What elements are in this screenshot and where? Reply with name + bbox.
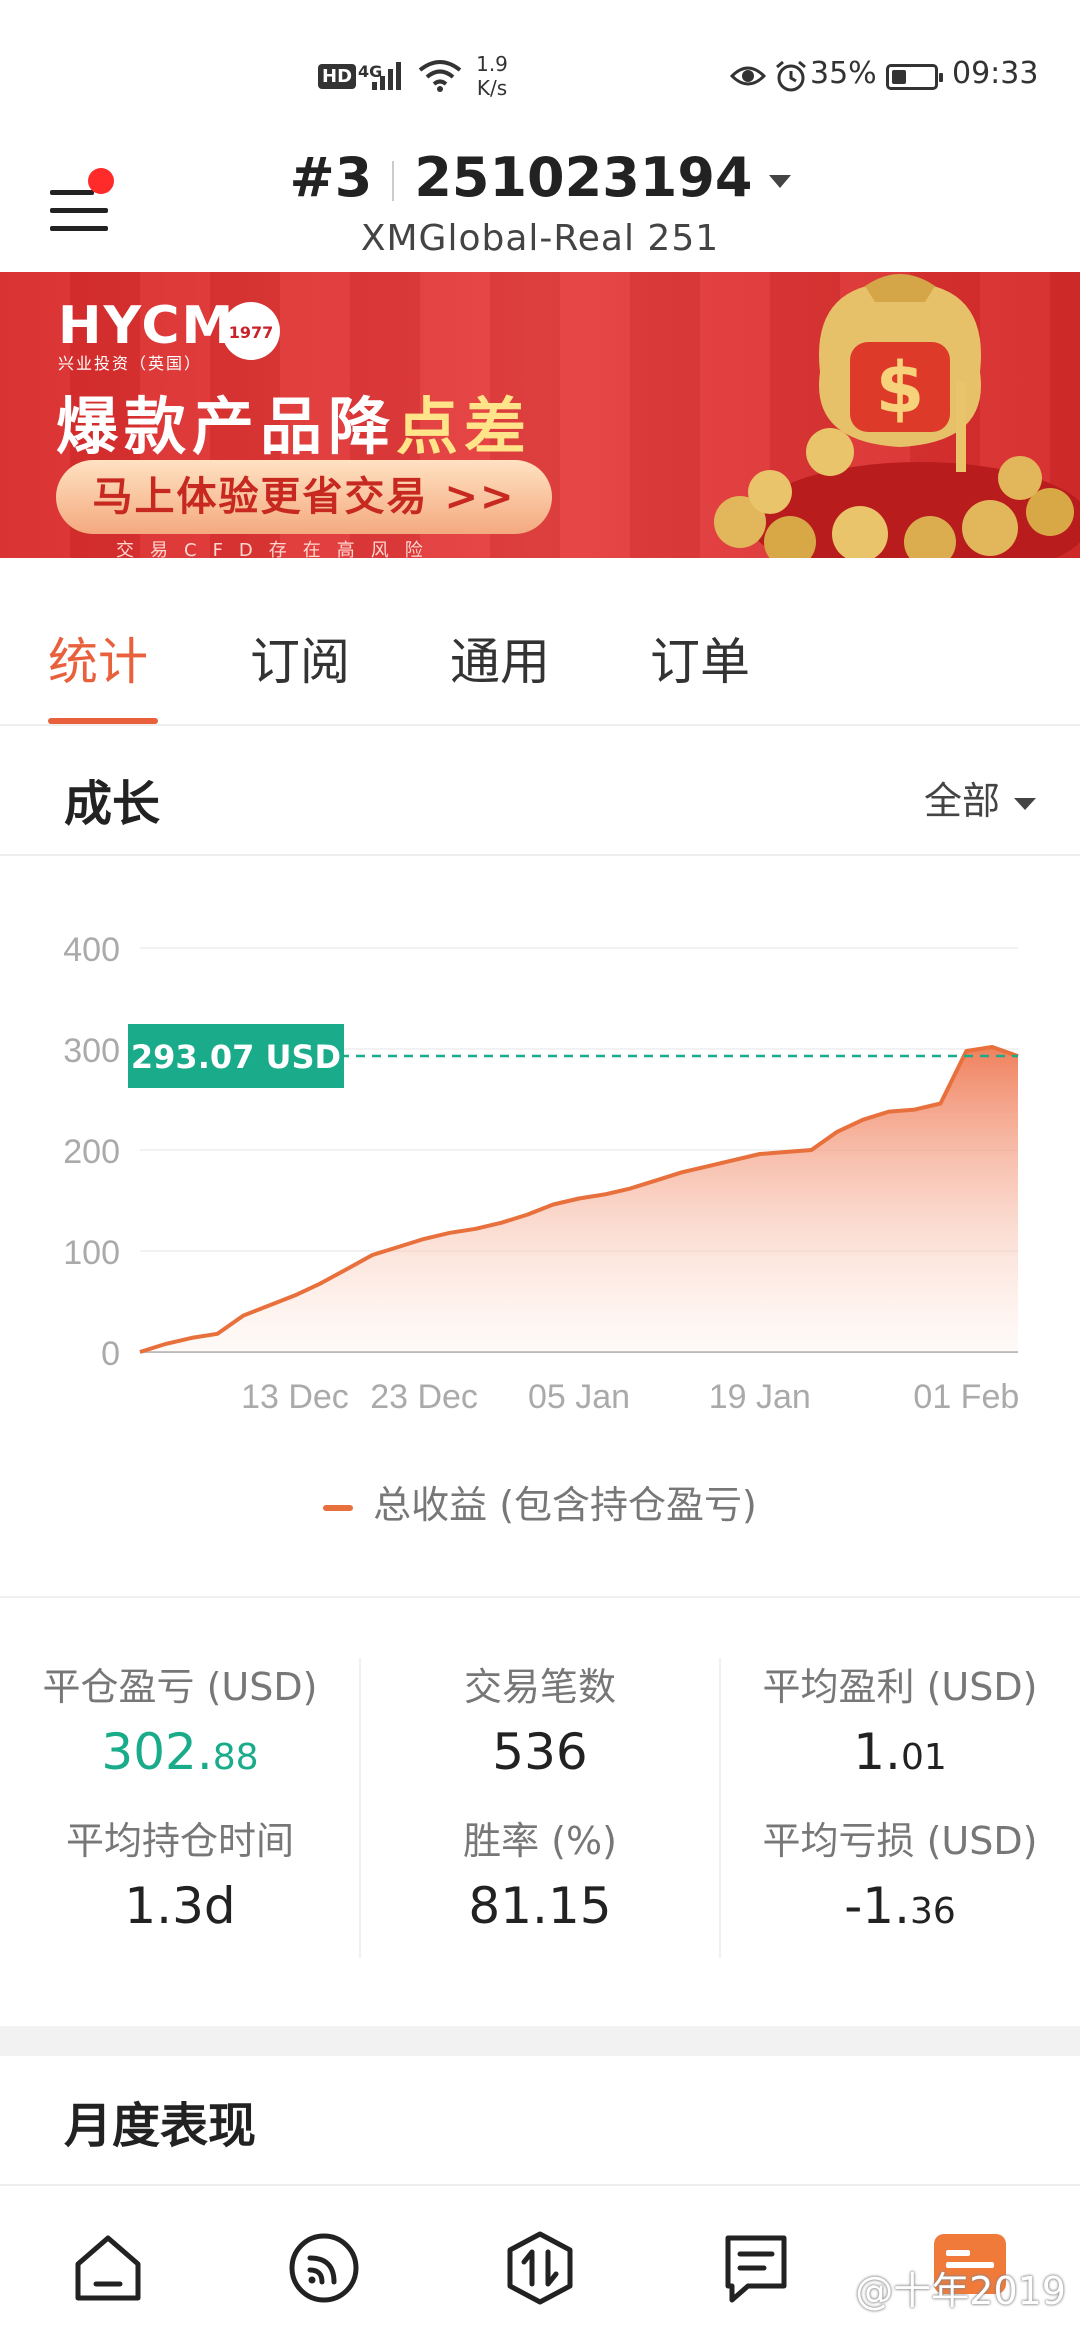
range-dropdown[interactable]: 全部 [924, 770, 1036, 825]
status-bar: HD 4G 1.9 K/s 35% 09:33 [0, 0, 1080, 140]
chart-legend: 总收益 (包含持仓盈亏) [0, 1474, 1080, 1529]
x-tick-label: 23 Dec [370, 1378, 478, 1416]
growth-title: 成长 [64, 776, 161, 832]
stat-value: 81.15 [468, 1877, 612, 1935]
current-value-label: 293.07 USD [131, 1038, 341, 1076]
account-selector[interactable]: #3 251023194 [0, 146, 1080, 209]
active-tab-indicator [48, 718, 158, 724]
account-number: 251023194 [414, 146, 753, 209]
banner-risk-note: 交易CFD存在高风险 [116, 540, 439, 558]
banner-seal: 1977 [222, 302, 280, 360]
stat-value: 1.3d [124, 1877, 236, 1935]
banner-headline-highlight: 点差 [396, 390, 533, 463]
app-header: #3 251023194 XMGlobal-Real 251 [0, 140, 1080, 272]
legend-swatch [323, 1504, 354, 1511]
y-tick-label: 100 [63, 1234, 120, 1272]
network-speed: 1.9 K/s [476, 52, 508, 100]
tab-orders[interactable]: 订单 [650, 622, 750, 694]
tab-bar: 统计 订阅 通用 订单 [0, 558, 1080, 726]
y-tick-label: 300 [63, 1032, 120, 1070]
hd-indicator: HD [318, 64, 357, 89]
stat-label: 胜率 (%) [463, 1819, 617, 1863]
stat-value: 302.88 [101, 1723, 259, 1781]
banner-logo-subtitle: 兴业投资（英国） [58, 354, 203, 373]
divider [392, 161, 395, 202]
stats-icon-line [946, 2250, 970, 2256]
stat-label: 平仓盈亏 (USD) [42, 1665, 318, 1709]
chevron-down-icon [1014, 797, 1036, 810]
svg-text:$: $ [876, 347, 925, 429]
y-tick-label: 200 [63, 1133, 120, 1171]
trade-icon [507, 2231, 573, 2305]
eye-icon [729, 62, 767, 94]
chart-canvas: 400 300 200 100 0 13 Dec 23 Dec 05 Jan 19 Jan 01 … [63, 931, 1019, 1416]
banner-headline: 爆款产品降点差 [56, 376, 532, 466]
growth-chart[interactable]: 400 300 200 100 0 13 Dec 23 Dec 05 Jan 19 Jan 01 … [0, 880, 1080, 1540]
orders-icon [725, 2235, 787, 2303]
nav-orders[interactable] [718, 2230, 794, 2306]
tab-statistics[interactable]: 统计 [48, 622, 148, 694]
stat-label: 交易笔数 [463, 1665, 616, 1709]
banner-cta-button[interactable]: 马上体验更省交易 >> [56, 460, 552, 534]
stat-value: 1.01 [853, 1723, 947, 1781]
section-separator [0, 2026, 1080, 2056]
stat-avg-loss: 平均亏损 (USD) -1.36 [720, 1810, 1080, 1935]
battery-percent: 35% [810, 56, 877, 91]
chevron-down-icon [768, 174, 791, 188]
stat-trade-count: 交易笔数 536 [360, 1656, 720, 1781]
x-tick-label: 13 Dec [241, 1378, 349, 1416]
promo-banner[interactable]: HYCM 1977 兴业投资（英国） 爆款产品降点差 马上体验更省交易 >> 交… [0, 272, 1080, 558]
stat-avg-holding-time: 平均持仓时间 1.3d [0, 1810, 360, 1935]
stat-closed-pnl: 平仓盈亏 (USD) 302.88 [0, 1656, 360, 1781]
account-server: XMGlobal-Real 251 [360, 218, 720, 259]
divider [719, 1658, 721, 1958]
money-bag-illustration: $ [714, 274, 1080, 558]
tab-general[interactable]: 通用 [450, 622, 550, 694]
monthly-title: 月度表现 [64, 2098, 257, 2154]
legend-label: 总收益 (包含持仓盈亏) [373, 1483, 757, 1527]
stat-value: 536 [492, 1723, 588, 1781]
range-dropdown-label: 全部 [923, 779, 1000, 823]
signals-icon [289, 2233, 359, 2303]
x-tick-label: 01 Feb [913, 1378, 1019, 1416]
clock: 09:33 [952, 56, 1039, 91]
banner-headline-main: 爆款产品降 [56, 390, 397, 463]
divider [359, 1658, 361, 1958]
stat-value: -1.36 [844, 1877, 956, 1935]
tab-subscribe[interactable]: 订阅 [250, 622, 350, 694]
battery-icon [886, 64, 943, 90]
stats-grid: 平仓盈亏 (USD) 302.88 交易笔数 536 平均盈利 (USD) 1.… [0, 1596, 1080, 2026]
stat-label: 平均盈利 (USD) [762, 1665, 1038, 1709]
bottom-nav: @十年2019 [0, 2194, 1080, 2340]
signal-icon [372, 60, 406, 94]
nav-signals[interactable] [286, 2230, 362, 2306]
stat-label: 平均持仓时间 [65, 1819, 294, 1863]
alarm-icon [774, 60, 808, 98]
home-icon [75, 2235, 141, 2301]
x-tick-label: 05 Jan [528, 1378, 630, 1416]
x-tick-label: 19 Jan [709, 1378, 811, 1416]
monthly-performance-header[interactable]: 月度表现 [0, 2056, 1080, 2186]
stat-avg-profit: 平均盈利 (USD) 1.01 [720, 1656, 1080, 1781]
y-tick-label: 0 [101, 1335, 120, 1373]
watermark: @十年2019 [855, 2269, 1066, 2313]
banner-logo: HYCM [58, 296, 236, 356]
account-index: #3 [289, 146, 373, 209]
nav-trade[interactable] [502, 2230, 578, 2306]
nav-home[interactable] [70, 2230, 146, 2306]
growth-section-header: 成长 全部 [0, 728, 1080, 856]
stat-win-rate: 胜率 (%) 81.15 [360, 1810, 720, 1935]
wifi-icon [418, 58, 462, 96]
stat-label: 平均亏损 (USD) [762, 1819, 1038, 1863]
y-tick-label: 400 [63, 931, 120, 969]
